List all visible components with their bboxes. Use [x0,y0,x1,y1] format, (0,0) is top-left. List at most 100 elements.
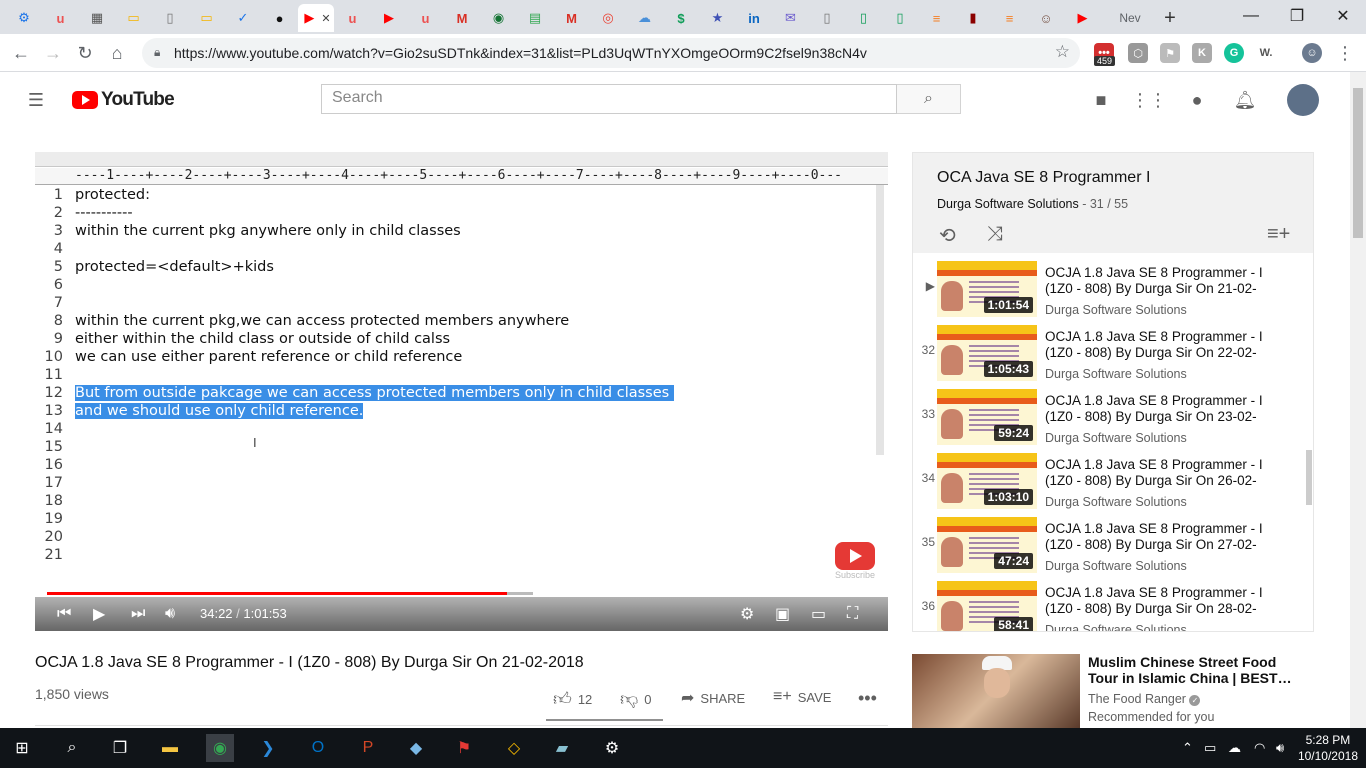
browser-tab[interactable]: ◎ [590,4,626,32]
previous-button[interactable]: ⏮ [57,604,71,624]
notifications-button[interactable]: 🔔︎ [1233,88,1257,112]
shuffle-button[interactable]: ⤨ [987,223,1003,246]
wifi-icon[interactable]: ◠ [1254,740,1265,756]
reload-button[interactable]: ↻ [72,41,98,65]
close-tab-icon[interactable]: ✕ [321,12,330,25]
playlist-item-thumbnail[interactable]: 58:41 [937,581,1037,631]
browser-tab[interactable]: ▤ [517,4,553,32]
playlist-item-thumbnail[interactable]: 1:01:54 [937,261,1037,317]
browser-tab[interactable]: ▭ [189,4,225,32]
pdf-icon[interactable]: ⚑ [450,734,478,762]
browser-tab[interactable]: u [408,4,444,32]
forward-button[interactable]: → [40,41,66,65]
loop-button[interactable]: ⟲ [939,223,956,248]
browser-tab[interactable]: ⚙ [6,4,42,32]
mute-button[interactable]: 🔊︎ [165,604,175,624]
playlist-title[interactable]: OCA Java SE 8 Programmer I [937,169,1150,187]
settings-button[interactable]: ⚙ [740,604,754,624]
browser-tab[interactable]: ▶ [371,4,407,32]
browser-tab[interactable]: ▭ [116,4,152,32]
browser-tab[interactable]: ≡ [992,4,1028,32]
page-scrollbar[interactable] [1350,72,1366,728]
powerpoint-icon[interactable]: P [354,734,382,762]
more-actions-button[interactable]: ••• [858,688,877,709]
save-button[interactable]: ≡+ SAVE [773,688,831,706]
menu-button[interactable]: ⋮ [1332,41,1358,65]
task-view-icon[interactable]: ❐ [106,734,134,762]
home-button[interactable]: ⌂ [104,41,130,65]
browser-tab[interactable]: ▯ [846,4,882,32]
play-button[interactable]: ▶ [93,604,105,624]
playlist-item[interactable]: 36 58:41 OCJA 1.8 Java SE 8 Programmer - I… [913,577,1303,631]
account-avatar[interactable] [1287,84,1319,116]
start-button[interactable]: ⊞ [8,734,36,762]
browser-tab[interactable]: u [335,4,371,32]
playlist-channel[interactable]: Durga Software Solutions [937,197,1079,211]
profile-avatar[interactable]: ☺ [1302,43,1322,63]
search-icon[interactable]: ⌕ [58,734,86,762]
theater-button[interactable]: ▭ [811,604,826,624]
share-button[interactable]: ➦ SHARE [681,688,745,708]
k-extension[interactable]: K [1192,43,1212,63]
browser-tab[interactable]: in [736,4,772,32]
cube-extension[interactable]: ⬡ [1128,43,1148,63]
recommended-title[interactable]: Muslim Chinese Street Food Tour in Islam… [1088,654,1298,686]
recommended-thumbnail[interactable] [912,654,1080,728]
recommended-channel[interactable]: The Food Ranger ✓ [1088,692,1201,706]
video-player[interactable]: ----1----+----2----+----3----+----4----+… [35,152,888,631]
new-tab-button[interactable]: + [1152,4,1188,32]
close-window-button[interactable]: ✕ [1320,0,1366,32]
browser-tab[interactable]: ★ [700,4,736,32]
playlist-item[interactable]: 32 1:05:43 OCJA 1.8 Java SE 8 Programmer -… [913,321,1303,385]
browser-tab[interactable]: u [43,4,79,32]
git-icon[interactable]: ◇ [500,734,528,762]
w-extension[interactable]: W. [1256,43,1276,63]
outlook-icon[interactable]: O [304,734,332,762]
cloud-icon[interactable]: ☁ [1228,740,1241,756]
browser-tab[interactable]: ☺ [1028,4,1064,32]
browser-tab[interactable]: ▮ [955,4,991,32]
search-input[interactable]: Search [321,84,897,114]
system-clock[interactable]: 5:28 PM 10/10/2018 [1298,732,1358,764]
playlist-scrollbar[interactable] [1306,450,1312,505]
playlist-item-thumbnail[interactable]: 59:24 [937,389,1037,445]
create-video-button[interactable]: ■ [1089,88,1113,112]
fullscreen-button[interactable]: ⛶ [847,604,858,624]
browser-tab[interactable]: ✓ [225,4,261,32]
playlist-item-thumbnail[interactable]: 1:05:43 [937,325,1037,381]
vscode-icon[interactable]: ❯ [254,734,282,762]
browser-tab[interactable]: ▶ [1065,4,1101,32]
save-playlist-button[interactable]: ≡+ [1267,223,1290,246]
file-explorer-icon[interactable]: ▬ [156,734,184,762]
page-scrollbar-thumb[interactable] [1353,88,1363,238]
grammarly-extension[interactable]: G [1224,43,1244,63]
miniplayer-button[interactable]: ▣ [775,604,790,624]
address-bar[interactable]: 🔒︎ https://www.youtube.com/watch?v=Gio2s… [142,38,1080,68]
pdf-extension[interactable]: ⚑ [1160,43,1180,63]
browser-tab[interactable]: ▯ [152,4,188,32]
playlist-item[interactable]: 33 59:24 OCJA 1.8 Java SE 8 Programmer - I… [913,385,1303,449]
playlist-item[interactable]: 35 47:24 OCJA 1.8 Java SE 8 Programmer - I… [913,513,1303,577]
browser-tab[interactable]: M [444,4,480,32]
notes-icon[interactable]: ▰ [548,734,576,762]
tray-chevron-icon[interactable]: ⌃ [1182,740,1193,756]
search-button[interactable]: ⌕ [897,84,961,114]
settings-icon[interactable]: ⚙ [598,734,626,762]
browser-tab[interactable]: ≡ [919,4,955,32]
battery-icon[interactable]: ▭ [1204,740,1216,756]
playlist-item-thumbnail[interactable]: 1:03:10 [937,453,1037,509]
youtube-logo[interactable]: YouTube [72,89,175,111]
chrome-icon[interactable]: ◉ [206,734,234,762]
browser-tab[interactable]: ☁ [627,4,663,32]
back-button[interactable]: ← [8,41,34,65]
browser-tab[interactable]: M [554,4,590,32]
messages-button[interactable]: ● [1185,88,1209,112]
browser-tab[interactable]: ▯ [809,4,845,32]
browser-tab[interactable]: ▶ ✕ [298,4,334,32]
apps-button[interactable]: ⋮⋮ [1131,88,1167,112]
browser-tab[interactable]: ✉ [773,4,809,32]
bookmark-star-icon[interactable]: ☆ [1055,42,1070,62]
tab-new-partial[interactable]: Nev [1110,4,1150,32]
speaker-icon[interactable]: 🔊︎ [1276,740,1284,756]
box-icon[interactable]: ◆ [402,734,430,762]
